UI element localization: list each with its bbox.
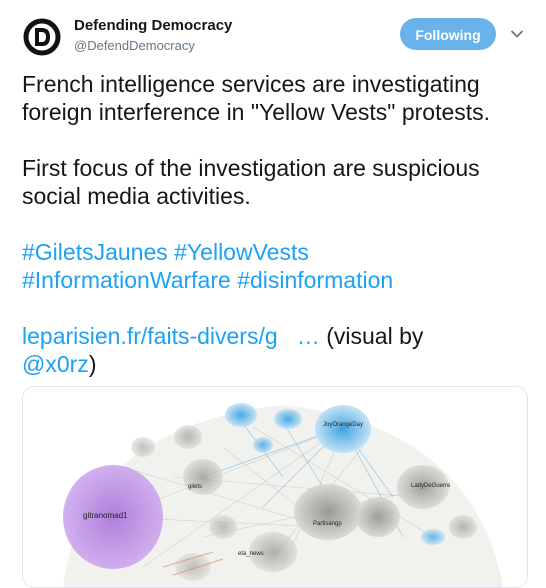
graph-label-lady: LadyDeGuerre <box>411 483 451 489</box>
graph-label-eta: eta_news <box>238 551 264 557</box>
hashtag-line: #InformationWarfare #disinformation <box>22 266 532 294</box>
graph-label-gitranomad: gitranomad1 <box>83 511 128 520</box>
credit-line: @x0rz) <box>22 350 532 378</box>
tweet-line: social media activities. <box>22 183 251 209</box>
hashtag-disinformation[interactable]: #disinformation <box>237 267 393 293</box>
link-line: leparisien.fr/faits-divers/g … (visual b… <box>22 322 532 350</box>
article-link[interactable]: leparisien.fr/faits-divers/g <box>22 323 278 349</box>
link-ellipsis[interactable]: … <box>297 323 320 349</box>
hashtag-line: #GiletsJaunes #YellowVests <box>22 238 532 266</box>
graph-label-small: gilets <box>188 484 202 490</box>
tweet-line: French intelligence services are investi… <box>22 71 480 97</box>
network-graph-image: gitranomad1 JoyOrangeDay LadyDeGuerre Pa… <box>63 403 503 587</box>
visual-credit-text: (visual by <box>326 323 424 349</box>
graph-label-partisan: Partisangp <box>313 521 342 527</box>
hashtag-informationwarfare[interactable]: #InformationWarfare <box>22 267 231 293</box>
chevron-down-icon[interactable] <box>510 27 524 41</box>
account-handle[interactable]: @DefendDemocracy <box>74 38 195 53</box>
tweet-header: Defending Democracy @DefendDemocracy Fol… <box>0 0 546 62</box>
close-paren: ) <box>88 351 97 377</box>
tweet-media-image[interactable]: gitranomad1 JoyOrangeDay LadyDeGuerre Pa… <box>22 386 528 588</box>
hashtag-yellowvests[interactable]: #YellowVests <box>174 239 309 265</box>
following-button[interactable]: Following <box>400 18 496 50</box>
graph-label-joy: JoyOrangeDay <box>323 422 363 428</box>
hashtag-giletsjaunes[interactable]: #GiletsJaunes <box>22 239 168 265</box>
account-display-name[interactable]: Defending Democracy <box>74 17 232 34</box>
mention-x0rz[interactable]: @x0rz <box>22 351 89 377</box>
tweet-text: French intelligence services are investi… <box>22 70 532 378</box>
tweet-line: foreign interference in "Yellow Vests" p… <box>22 99 491 125</box>
tweet-line: First focus of the investigation are sus… <box>22 155 480 181</box>
account-avatar[interactable] <box>22 17 62 57</box>
